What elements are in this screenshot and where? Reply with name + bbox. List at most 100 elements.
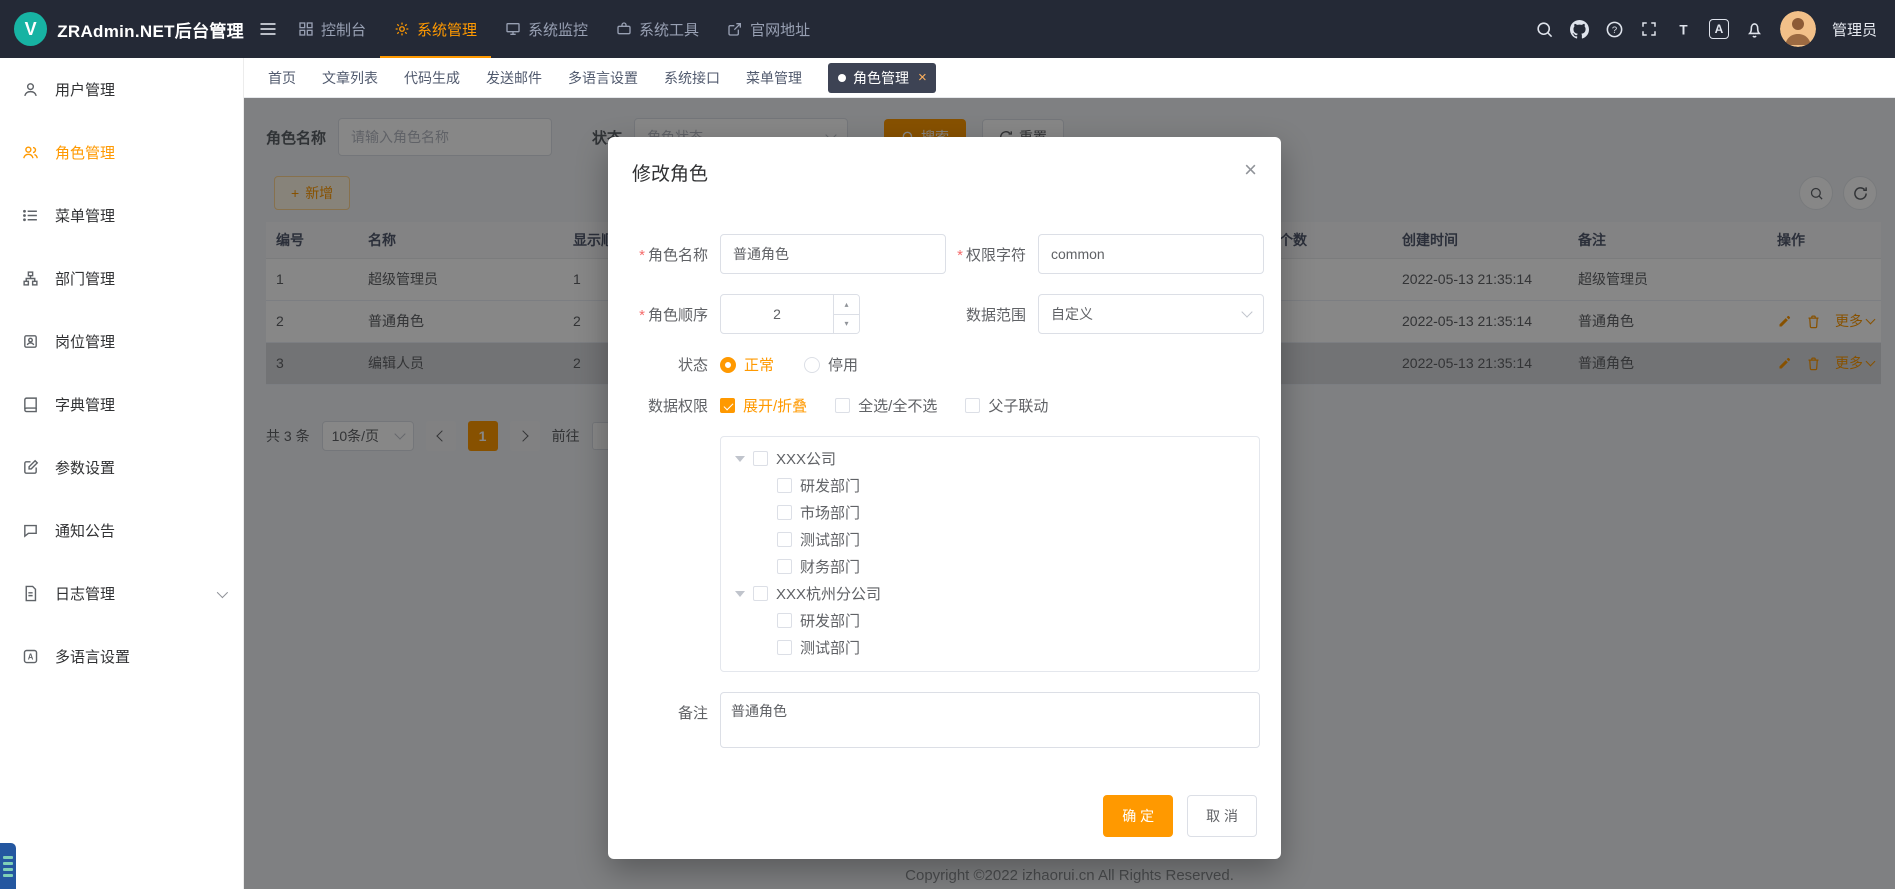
checkbox-label: 父子联动 — [988, 395, 1048, 416]
tab-articles[interactable]: 文章列表 — [322, 68, 378, 88]
dialog-footer: 确 定 取 消 — [1103, 795, 1257, 837]
nav-official-site[interactable]: 官网地址 — [713, 0, 824, 58]
tree-node-dept[interactable]: 市场部门 — [721, 499, 1259, 526]
caret-down-icon[interactable] — [735, 456, 745, 462]
confirm-button[interactable]: 确 定 — [1103, 795, 1173, 837]
desktop-widget[interactable] — [0, 843, 16, 889]
nav-system-monitor[interactable]: 系统监控 — [491, 0, 602, 58]
status-radio-group: 正常 停用 — [720, 354, 1264, 375]
checkbox-icon[interactable] — [753, 451, 768, 466]
sidebar-item-departments[interactable]: 部门管理 — [0, 247, 243, 310]
fullscreen-icon[interactable] — [1640, 20, 1658, 38]
edit-square-icon — [22, 459, 39, 476]
nav-label: 系统工具 — [639, 19, 699, 40]
id-badge-icon — [22, 333, 39, 350]
nav-console[interactable]: 控制台 — [284, 0, 380, 58]
stepper-down-icon[interactable]: ▾ — [834, 315, 859, 334]
gear-icon — [394, 21, 410, 37]
user-icon — [22, 81, 39, 98]
sidebar-item-label: 部门管理 — [55, 268, 115, 289]
tab-i18n[interactable]: 多语言设置 — [568, 68, 638, 88]
sidebar-item-label: 日志管理 — [55, 583, 115, 604]
toolbox-icon — [616, 21, 632, 37]
perm-char-field[interactable] — [1038, 234, 1264, 274]
radio-label: 正常 — [744, 354, 774, 375]
tab-roles-active[interactable]: 角色管理 × — [828, 63, 936, 93]
tree-node-dept[interactable]: 研发部门 — [721, 472, 1259, 499]
dashboard-icon — [298, 21, 314, 37]
remark-field-label: 备注 — [630, 692, 720, 723]
nav-label: 控制台 — [321, 19, 366, 40]
sidebar-toggle-icon[interactable] — [258, 19, 278, 39]
checkbox-icon[interactable] — [777, 478, 792, 493]
role-name-field[interactable] — [720, 234, 946, 274]
sidebar-item-users[interactable]: 用户管理 — [0, 58, 243, 121]
user-avatar[interactable] — [1780, 11, 1816, 47]
checkbox-icon[interactable] — [777, 613, 792, 628]
github-icon[interactable] — [1570, 20, 1589, 39]
perm-char-field-label: *权限字符 — [946, 244, 1038, 265]
checkbox-parent-child-link[interactable]: 父子联动 — [965, 395, 1048, 416]
checkbox-select-all[interactable]: 全选/全不选 — [835, 395, 937, 416]
header-actions: ? T A 管理员 — [1535, 11, 1895, 47]
sidebar-item-i18n[interactable]: A 多语言设置 — [0, 625, 243, 688]
checkbox-expand-collapse[interactable]: 展开/折叠 — [720, 395, 807, 416]
department-tree: XXX公司 研发部门 市场部门 测试部门 财务部门 — [720, 436, 1260, 672]
data-scope-select[interactable]: 自定义 — [1038, 294, 1264, 334]
remark-field[interactable]: 普通角色 — [720, 692, 1260, 748]
tab-home[interactable]: 首页 — [268, 68, 296, 88]
close-icon[interactable]: × — [918, 70, 927, 85]
tree-node-dept[interactable]: 测试部门 — [721, 634, 1259, 661]
tree-node-label: 测试部门 — [800, 637, 860, 658]
tab-menus[interactable]: 菜单管理 — [746, 68, 802, 88]
sidebar-item-menus[interactable]: 菜单管理 — [0, 184, 243, 247]
sidebar-item-posts[interactable]: 岗位管理 — [0, 310, 243, 373]
nav-system-management[interactable]: 系统管理 — [380, 0, 491, 58]
tree-node-branch-company[interactable]: XXX杭州分公司 — [721, 580, 1259, 607]
sidebar-item-parameters[interactable]: 参数设置 — [0, 436, 243, 499]
font-size-icon[interactable]: T — [1674, 20, 1693, 39]
stepper-up-icon[interactable]: ▴ — [834, 295, 859, 315]
cancel-button[interactable]: 取 消 — [1187, 795, 1257, 837]
checkbox-icon[interactable] — [753, 586, 768, 601]
required-mark: * — [957, 247, 963, 264]
sidebar-item-notices[interactable]: 通知公告 — [0, 499, 243, 562]
sidebar-item-logs[interactable]: 日志管理 — [0, 562, 243, 625]
nav-system-tools[interactable]: 系统工具 — [602, 0, 713, 58]
book-icon — [22, 396, 39, 413]
tree-node-company[interactable]: XXX公司 — [721, 445, 1259, 472]
tree-node-label: 研发部门 — [800, 475, 860, 496]
tags-view-bar: 首页 文章列表 代码生成 发送邮件 多语言设置 系统接口 菜单管理 角色管理 × — [244, 58, 1895, 98]
checkbox-icon[interactable] — [777, 640, 792, 655]
username[interactable]: 管理员 — [1832, 19, 1877, 40]
tree-node-dept[interactable]: 测试部门 — [721, 526, 1259, 553]
active-dot-icon — [838, 74, 846, 82]
tree-node-dept[interactable]: 财务部门 — [721, 553, 1259, 580]
bell-icon[interactable] — [1745, 20, 1764, 39]
radio-normal[interactable]: 正常 — [720, 354, 774, 375]
data-scope-value: 自定义 — [1051, 304, 1093, 324]
checkbox-icon[interactable] — [777, 505, 792, 520]
external-link-icon — [727, 21, 743, 37]
tree-node-label: 测试部门 — [800, 529, 860, 550]
checkbox-icon[interactable] — [777, 559, 792, 574]
tab-codegen[interactable]: 代码生成 — [404, 68, 460, 88]
role-order-stepper[interactable]: 2 ▴ ▾ — [720, 294, 860, 334]
tab-system-api[interactable]: 系统接口 — [664, 68, 720, 88]
sidebar-item-roles[interactable]: 角色管理 — [0, 121, 243, 184]
language-a-icon: A — [22, 648, 39, 665]
checkbox-icon[interactable] — [777, 532, 792, 547]
radio-disabled[interactable]: 停用 — [804, 354, 858, 375]
close-icon[interactable]: × — [1244, 159, 1257, 181]
sidebar-item-dictionary[interactable]: 字典管理 — [0, 373, 243, 436]
tree-node-label: 研发部门 — [800, 610, 860, 631]
tab-sendmail[interactable]: 发送邮件 — [486, 68, 542, 88]
radio-label: 停用 — [828, 354, 858, 375]
language-icon[interactable]: A — [1709, 19, 1729, 39]
tree-node-dept[interactable]: 研发部门 — [721, 607, 1259, 634]
search-icon[interactable] — [1535, 20, 1554, 39]
checkbox-icon — [835, 398, 850, 413]
caret-down-icon[interactable] — [735, 591, 745, 597]
sitemap-icon — [22, 270, 39, 287]
help-icon[interactable]: ? — [1605, 20, 1624, 39]
